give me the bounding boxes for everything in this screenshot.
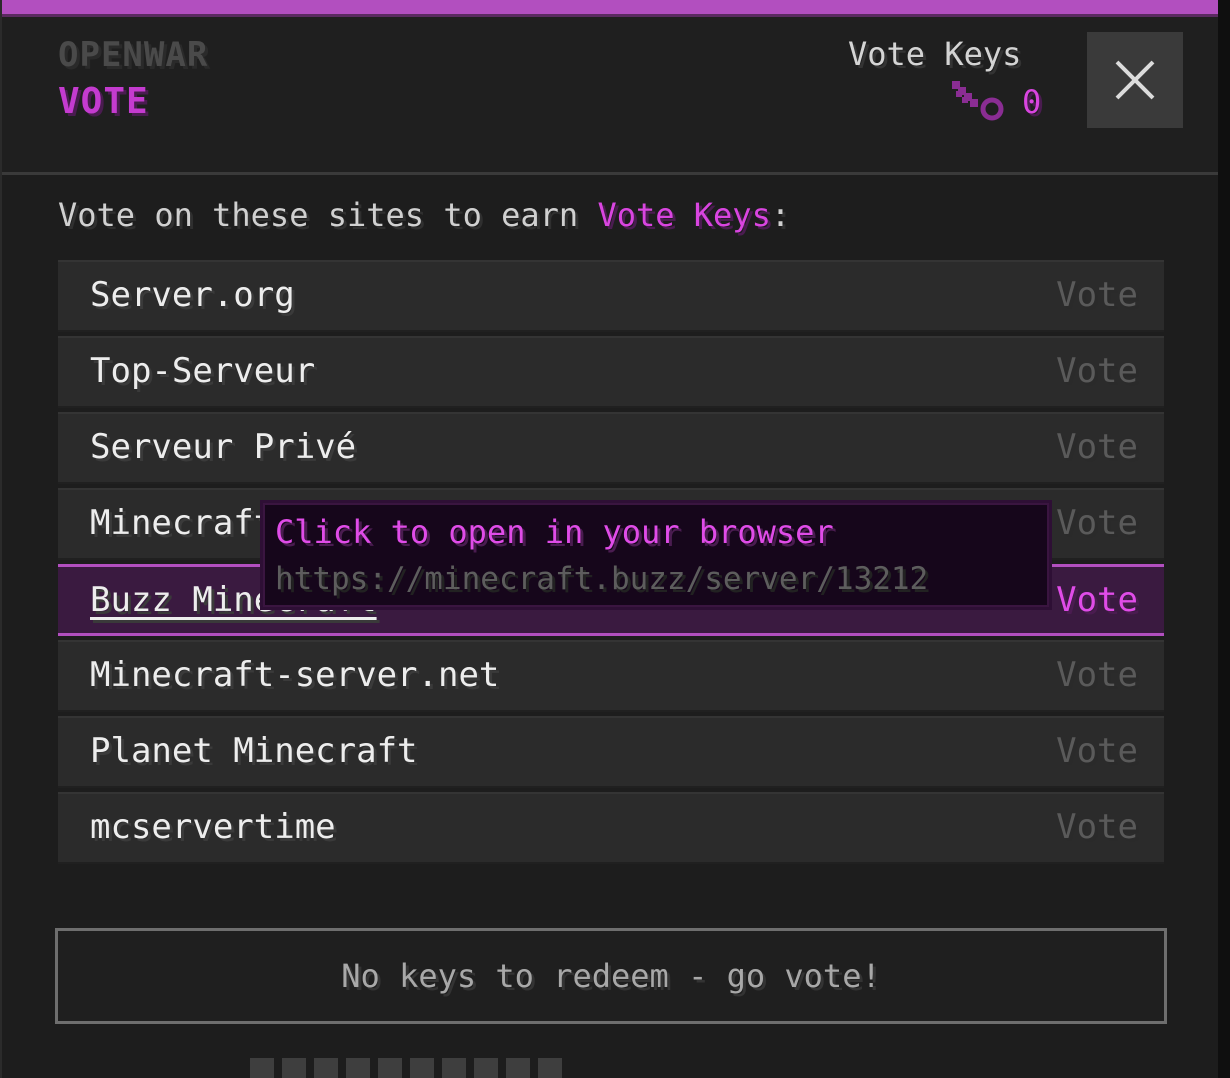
close-button[interactable] [1087, 32, 1183, 128]
site-name: Serveur Privé [90, 427, 357, 467]
tooltip-title: Click to open in your browser [275, 513, 834, 551]
window-edge [1218, 0, 1230, 1078]
vote-link[interactable]: Vote [1056, 275, 1138, 315]
brand-title: OPENWAR [58, 35, 209, 75]
vote-link[interactable]: Vote [1056, 807, 1138, 847]
site-name: Minecraft-server.net [90, 655, 500, 695]
close-icon [1115, 60, 1155, 100]
vote-link[interactable]: Vote [1056, 427, 1138, 467]
vote-link[interactable]: Vote [1056, 731, 1138, 771]
intro-prefix: Vote on these sites to earn [58, 196, 598, 234]
background-text-fragment [250, 1058, 570, 1078]
site-name: Server.org [90, 275, 295, 315]
tooltip-url: https://minecraft.buzz/server/13212 [275, 561, 929, 597]
site-name: Planet Minecraft [90, 731, 418, 771]
intro-accent: Vote Keys [597, 196, 771, 234]
vote-site-row[interactable]: Top-Serveur Vote [58, 336, 1164, 408]
redeem-button-label: No keys to redeem - go vote! [341, 957, 881, 995]
vote-link[interactable]: Vote [1056, 655, 1138, 695]
vote-site-row[interactable]: Planet Minecraft Vote [58, 716, 1164, 788]
vote-keys-count: 0 [1022, 83, 1042, 121]
vote-keys-label: Vote Keys [848, 35, 1022, 73]
link-tooltip: Click to open in your browser https://mi… [260, 500, 1052, 610]
vote-site-row[interactable]: Server.org Vote [58, 260, 1164, 332]
site-name: mcservertime [90, 807, 336, 847]
intro-text: Vote on these sites to earn Vote Keys: [58, 196, 790, 234]
vote-link[interactable]: Vote [1056, 580, 1138, 620]
vote-site-row[interactable]: mcservertime Vote [58, 792, 1164, 864]
vote-link[interactable]: Vote [1056, 351, 1138, 391]
key-icon [950, 77, 1006, 123]
site-name: Top-Serveur [90, 351, 316, 391]
intro-suffix: : [770, 196, 791, 234]
redeem-keys-button[interactable]: No keys to redeem - go vote! [55, 928, 1167, 1024]
top-accent-bar [2, 0, 1220, 17]
vote-site-row[interactable]: Minecraft-server.net Vote [58, 640, 1164, 712]
header: OPENWAR VOTE Vote Keys 0 [2, 17, 1220, 175]
page-title: VOTE [58, 81, 149, 122]
vote-link[interactable]: Vote [1056, 503, 1138, 543]
vote-window: OPENWAR VOTE Vote Keys 0 Vote on these s… [0, 0, 1220, 1078]
vote-site-row[interactable]: Serveur Privé Vote [58, 412, 1164, 484]
